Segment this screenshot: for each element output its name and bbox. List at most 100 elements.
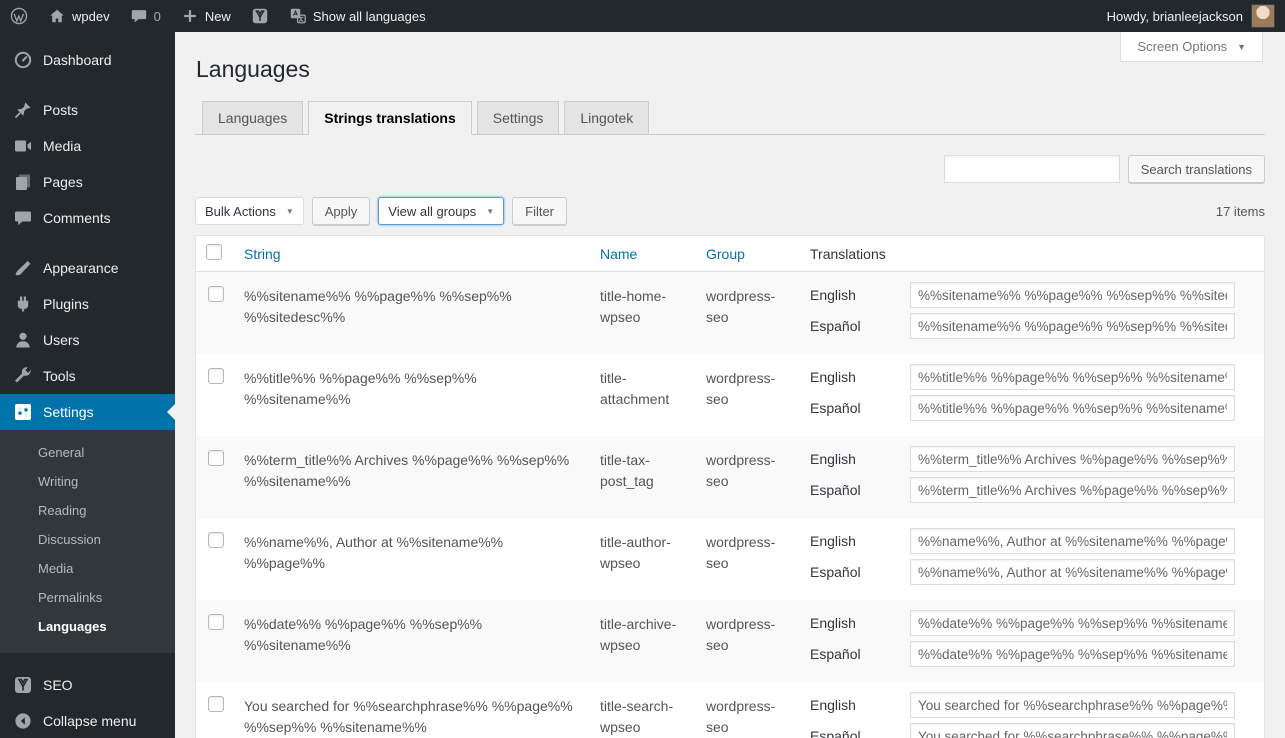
new-menu[interactable]: New bbox=[171, 0, 241, 32]
sidebar-item-users[interactable]: Users bbox=[0, 322, 175, 358]
translation-language-label: English bbox=[810, 285, 910, 306]
row-string: %%title%% %%page%% %%sep%% %%sitename%% bbox=[234, 354, 590, 436]
translation-language-label: English bbox=[810, 449, 910, 470]
sidebar-item-dashboard[interactable]: Dashboard bbox=[0, 42, 175, 78]
sidebar-item-posts[interactable]: Posts bbox=[0, 92, 175, 128]
yoast-adminbar-menu[interactable] bbox=[241, 0, 279, 32]
sidebar-item-pages[interactable]: Pages bbox=[0, 164, 175, 200]
row-checkbox[interactable] bbox=[208, 532, 224, 548]
row-group: wordpress-seo bbox=[696, 518, 800, 600]
sort-group-header[interactable]: Group bbox=[706, 246, 745, 262]
group-filter-label: View all groups bbox=[388, 204, 476, 219]
translation-input[interactable] bbox=[910, 395, 1235, 421]
user-avatar[interactable] bbox=[1251, 4, 1275, 28]
sidebar-item-comments[interactable]: Comments bbox=[0, 200, 175, 236]
plugin-icon bbox=[13, 294, 33, 314]
sidebar-item-label: Posts bbox=[43, 102, 78, 118]
submenu-item-discussion[interactable]: Discussion bbox=[0, 525, 175, 554]
row-group: wordpress-seo bbox=[696, 354, 800, 436]
sort-name-header[interactable]: Name bbox=[600, 246, 637, 262]
sidebar-item-media[interactable]: Media bbox=[0, 128, 175, 164]
table-row: %%term_title%% Archives %%page%% %%sep%%… bbox=[196, 436, 1264, 518]
translation-input[interactable] bbox=[910, 610, 1235, 636]
translation-input[interactable] bbox=[910, 446, 1235, 472]
comment-bubble-icon bbox=[130, 7, 148, 25]
translation-language-label: Español bbox=[810, 480, 910, 501]
translation-input[interactable] bbox=[910, 641, 1235, 667]
media-icon bbox=[13, 136, 33, 156]
pages-icon bbox=[13, 172, 33, 192]
bulk-actions-select[interactable]: Bulk Actions ▼ bbox=[195, 197, 304, 225]
sidebar-item-label: Dashboard bbox=[43, 52, 112, 68]
translation-input[interactable] bbox=[910, 477, 1235, 503]
select-all-checkbox[interactable] bbox=[206, 244, 222, 260]
collapse-icon bbox=[13, 711, 33, 731]
translation-language-label: Español bbox=[810, 562, 910, 583]
submenu-item-languages[interactable]: Languages bbox=[0, 612, 175, 641]
tab-settings[interactable]: Settings bbox=[477, 101, 560, 134]
comments-count: 0 bbox=[154, 9, 161, 24]
wordpress-icon bbox=[10, 7, 28, 25]
submenu-item-permalinks[interactable]: Permalinks bbox=[0, 583, 175, 612]
translation-input[interactable] bbox=[910, 364, 1235, 390]
apply-button[interactable]: Apply bbox=[312, 197, 371, 225]
sort-string-header[interactable]: String bbox=[244, 246, 281, 262]
settings-submenu: GeneralWritingReadingDiscussionMediaPerm… bbox=[0, 430, 175, 653]
translation-language-label: English bbox=[810, 695, 910, 716]
main-content: Screen Options ▼ Languages LanguagesStri… bbox=[175, 32, 1285, 738]
search-translations-button[interactable]: Search translations bbox=[1128, 155, 1265, 183]
row-checkbox[interactable] bbox=[208, 614, 224, 630]
translation-language-label: Español bbox=[810, 316, 910, 337]
sidebar-item-seo[interactable]: SEO bbox=[0, 667, 175, 703]
sidebar-item-label: Tools bbox=[43, 368, 76, 384]
submenu-item-general[interactable]: General bbox=[0, 438, 175, 467]
table-row: %%title%% %%page%% %%sep%% %%sitename%%t… bbox=[196, 354, 1264, 436]
wordpress-menu[interactable] bbox=[0, 0, 38, 32]
howdy-user[interactable]: Howdy, brianleejackson bbox=[1107, 9, 1243, 24]
row-group: wordpress-seo bbox=[696, 600, 800, 682]
tools-icon bbox=[13, 366, 33, 386]
search-row: Search translations bbox=[195, 155, 1265, 183]
tab-lingotek[interactable]: Lingotek bbox=[564, 101, 649, 134]
tab-strings-translations[interactable]: Strings translations bbox=[308, 101, 471, 135]
sidebar-item-label: Collapse menu bbox=[43, 713, 136, 729]
translation-input[interactable] bbox=[910, 313, 1235, 339]
row-checkbox[interactable] bbox=[208, 450, 224, 466]
search-input[interactable] bbox=[944, 155, 1120, 183]
appearance-icon bbox=[13, 258, 33, 278]
submenu-item-writing[interactable]: Writing bbox=[0, 467, 175, 496]
new-label: New bbox=[205, 9, 231, 24]
comment-icon bbox=[13, 208, 33, 228]
translations-header: Translations bbox=[800, 246, 1264, 262]
table-row: %%date%% %%page%% %%sep%% %%sitename%%ti… bbox=[196, 600, 1264, 682]
group-filter-select[interactable]: View all groups ▼ bbox=[378, 197, 504, 225]
translation-input[interactable] bbox=[910, 528, 1235, 554]
tab-languages[interactable]: Languages bbox=[202, 101, 303, 134]
translation-input[interactable] bbox=[910, 282, 1235, 308]
translation-input[interactable] bbox=[910, 692, 1235, 718]
site-link[interactable]: wpdev bbox=[38, 0, 120, 32]
sidebar-item-settings[interactable]: Settings bbox=[0, 394, 175, 430]
filter-button[interactable]: Filter bbox=[512, 197, 567, 225]
show-all-languages[interactable]: Show all languages bbox=[279, 0, 436, 32]
row-checkbox[interactable] bbox=[208, 286, 224, 302]
screen-options-button[interactable]: Screen Options ▼ bbox=[1120, 32, 1263, 62]
menu-separator bbox=[0, 653, 175, 667]
translation-input[interactable] bbox=[910, 559, 1235, 585]
sidebar-item-tools[interactable]: Tools bbox=[0, 358, 175, 394]
row-string: %%name%%, Author at %%sitename%% %%page%… bbox=[234, 518, 590, 600]
translation-language-label: English bbox=[810, 613, 910, 634]
filter-toolbar: Bulk Actions ▼ Apply View all groups ▼ F… bbox=[195, 197, 1265, 225]
row-name: title-tax-post_tag bbox=[590, 436, 696, 518]
row-checkbox[interactable] bbox=[208, 696, 224, 712]
sidebar-item-plugins[interactable]: Plugins bbox=[0, 286, 175, 322]
row-checkbox[interactable] bbox=[208, 368, 224, 384]
submenu-item-reading[interactable]: Reading bbox=[0, 496, 175, 525]
comments-shortcut[interactable]: 0 bbox=[120, 0, 171, 32]
sidebar-item-collapse-menu[interactable]: Collapse menu bbox=[0, 703, 175, 738]
translation-input[interactable] bbox=[910, 723, 1235, 738]
sidebar-item-appearance[interactable]: Appearance bbox=[0, 250, 175, 286]
bulk-actions-label: Bulk Actions bbox=[205, 204, 276, 219]
site-name: wpdev bbox=[72, 9, 110, 24]
submenu-item-media[interactable]: Media bbox=[0, 554, 175, 583]
